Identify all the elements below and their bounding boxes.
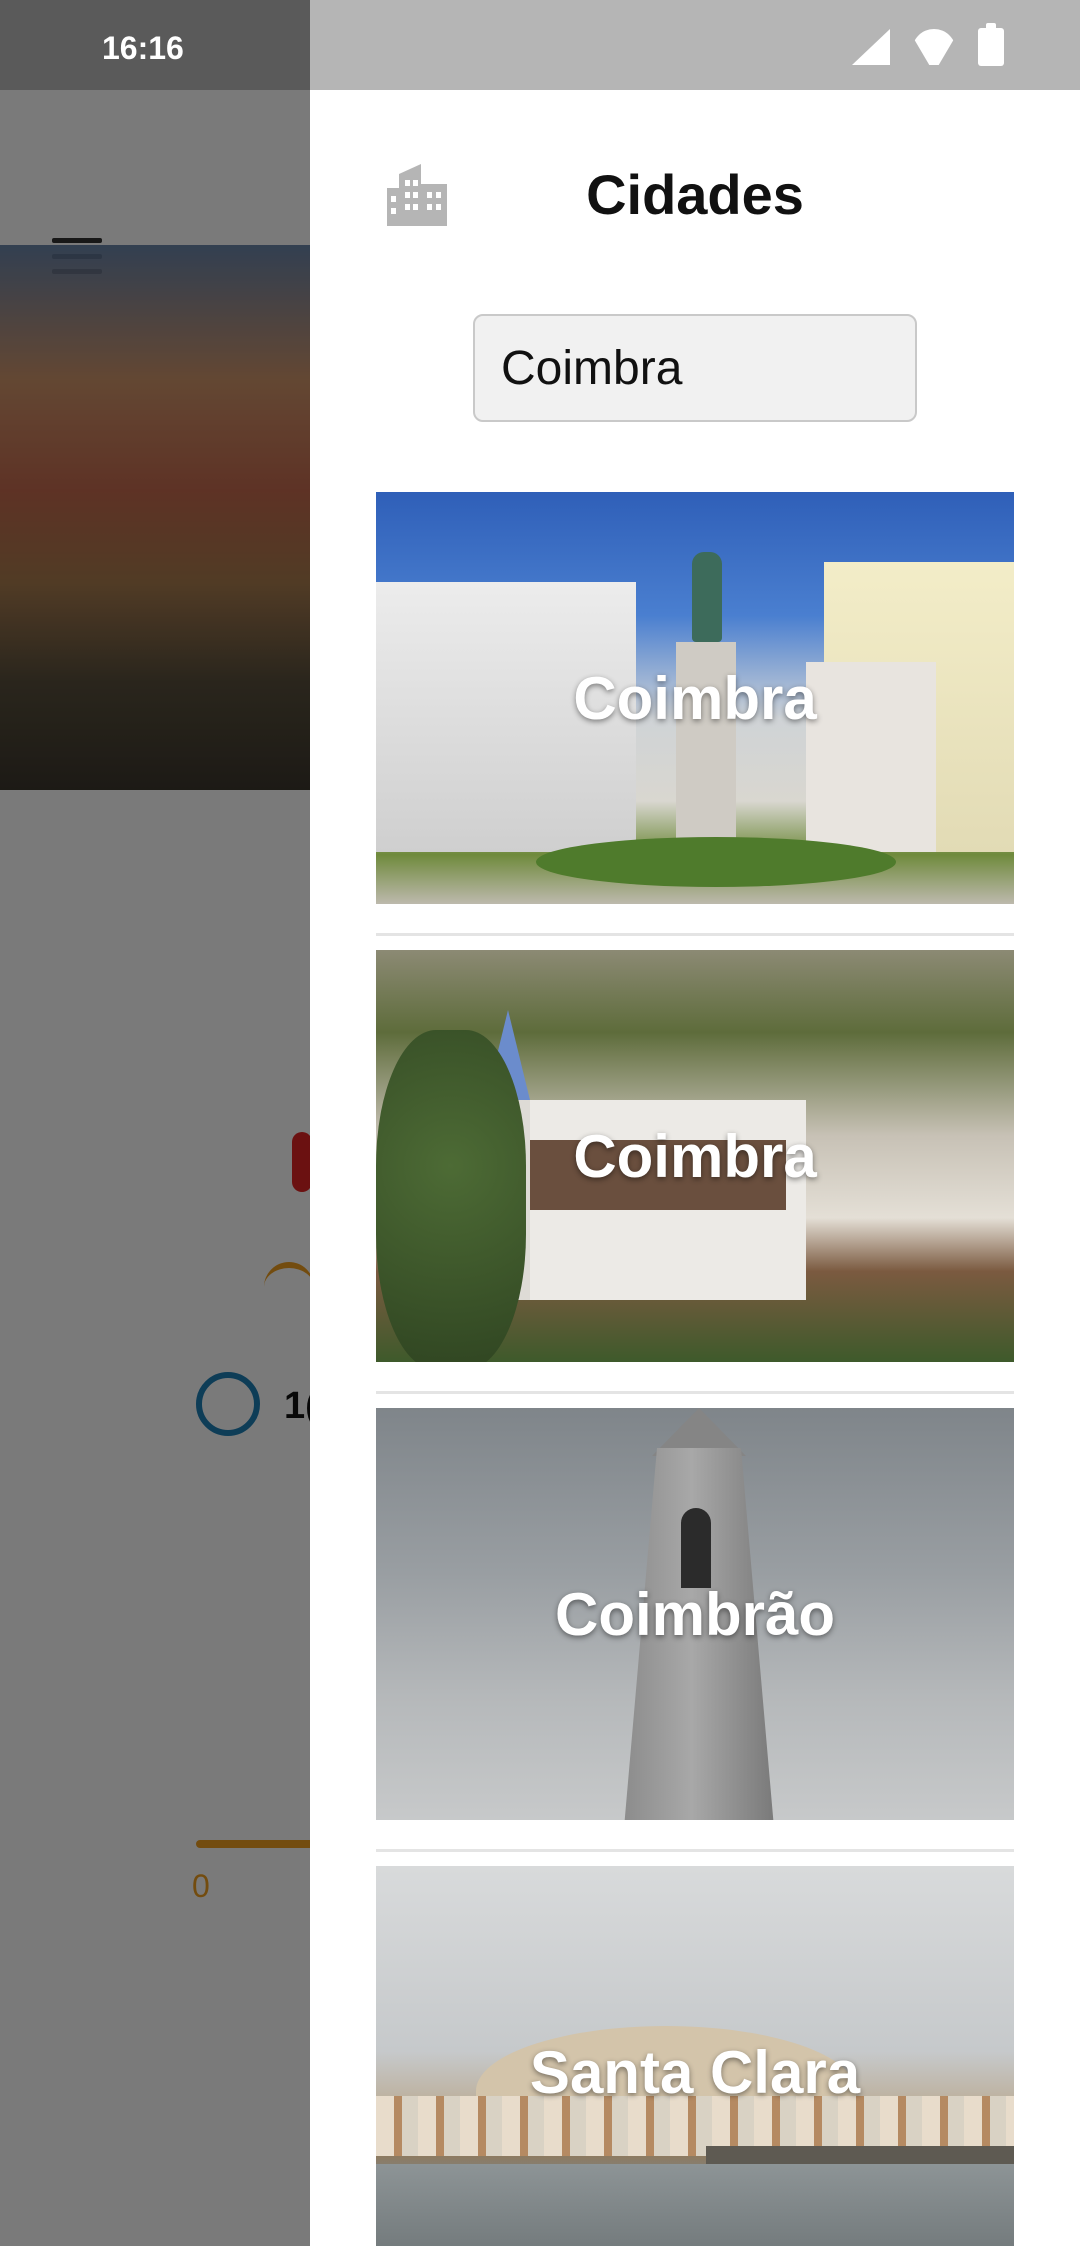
city-buildings-icon	[387, 164, 447, 226]
city-card[interactable]: Santa Clara	[376, 1866, 1014, 2246]
wifi-icon	[912, 29, 956, 65]
status-bar: 16:16	[0, 0, 1080, 90]
city-photo: Coimbra	[376, 492, 1014, 904]
city-card-label: Santa Clara	[529, 2038, 861, 2106]
drawer-title: Cidades	[586, 163, 804, 226]
status-time: 16:16	[102, 30, 184, 66]
city-card-label: Coimbra	[573, 664, 817, 732]
city-search-input[interactable]	[473, 314, 917, 422]
city-card[interactable]: Coimbrão	[376, 1408, 1014, 1852]
city-photo: Coimbrão	[376, 1408, 1014, 1820]
city-card-label: Coimbra	[573, 1122, 817, 1190]
city-card[interactable]: Coimbra	[376, 950, 1014, 1394]
city-photo: Coimbra	[376, 950, 1014, 1362]
battery-icon	[978, 23, 1004, 66]
drawer-header: Cidades	[310, 90, 1080, 290]
city-results-list: Coimbra Coimbra Coimbrão Santa Clara	[376, 492, 1014, 2246]
status-bar-drawer	[310, 0, 1080, 90]
cities-drawer: Cidades Coimbra Coimbra Coimbrão	[310, 90, 1080, 2246]
city-card[interactable]: Coimbra	[376, 492, 1014, 936]
city-photo: Santa Clara	[376, 1866, 1014, 2246]
signal-icon	[852, 29, 890, 65]
status-bar-dimmed: 16:16	[0, 0, 310, 90]
city-card-label: Coimbrão	[554, 1580, 836, 1648]
